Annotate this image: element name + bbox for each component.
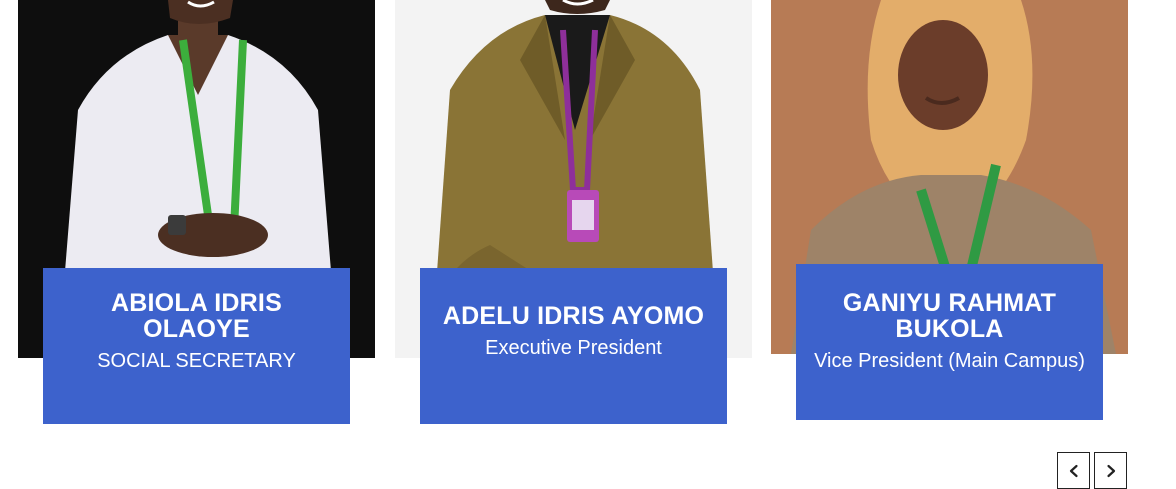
carousel-prev-button[interactable] [1057,452,1090,489]
member-name: ABIOLA IDRIS OLAOYE [111,289,282,343]
member-name: ADELU IDRIS AYOMO [442,302,705,330]
member-info-panel: ABIOLA IDRIS OLAOYE SOCIAL SECRETARY [43,268,350,424]
member-name: GANIYU RAHMAT BUKOLA [842,289,1057,343]
member-role: SOCIAL SECRETARY [97,350,296,372]
chevron-right-icon [1106,464,1115,477]
member-info-panel: ADELU IDRIS AYOMO Executive President [420,268,727,424]
team-carousel: ABIOLA IDRIS OLAOYE SOCIAL SECRETARY ADE… [0,0,1176,489]
member-role: Vice President (Main Campus) [814,350,1085,372]
chevron-left-icon [1069,464,1078,477]
carousel-next-button[interactable] [1094,452,1127,489]
member-info-panel: GANIYU RAHMAT BUKOLA Vice President (Mai… [796,264,1103,420]
member-role: Executive President [485,337,662,359]
